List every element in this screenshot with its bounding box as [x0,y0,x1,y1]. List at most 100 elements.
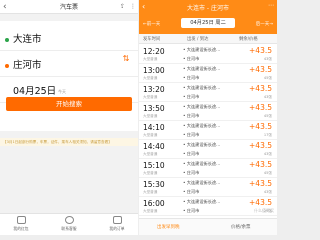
more-icon[interactable]: ⋯ [268,2,274,9]
route-title: 大连市 - 庄河市 [187,5,229,12]
to-station: • 庄河市 [183,113,200,118]
sort-by-price-button[interactable]: 价格/余票 [231,224,251,230]
notice-banner[interactable]: 【3月1日起部分购票，车票，证件，乘车人相关须知，请留意查看】 [0,138,138,146]
bus-type: 大型普通 [143,152,158,156]
watermark: 什么值得买 [254,208,274,213]
results-bottom-bar: 出发早到晚 价格/余票 [139,218,277,235]
price: +43.5 [249,179,272,188]
schedule-row[interactable]: 15:10 大型普通 • 大连建设街长途... • 庄河市 +43.5 45张 [139,159,277,178]
to-city[interactable]: 庄河市 [13,59,42,73]
to-station: • 庄河市 [183,208,200,213]
seats-left: 43张 [263,152,272,156]
bus-type: 大型普通 [143,171,158,175]
next-day-button[interactable]: 后一天→ [256,21,273,27]
from-station: • 大连建设街长途... [183,199,221,204]
price: +43.5 [249,160,272,169]
from-station: • 大连建设街长途... [183,66,221,71]
to-station: • 庄河市 [183,75,200,80]
date-selector[interactable]: 04月25日 周二 [181,18,235,28]
from-station: • 大连建设街长途... [183,123,221,128]
bus-results-screen: ‹ 大连市 - 庄河市 ⋯ ←前一天 04月25日 周二 后一天→ 发车时间 出… [139,0,277,235]
price: +43.5 [249,141,272,150]
tab-label: 联系客服 [61,226,77,231]
from-station: • 大连建设街长途... [183,180,221,185]
price: +43.5 [249,84,272,93]
prev-day-button[interactable]: ←前一天 [143,21,160,27]
schedule-row[interactable]: 13:00 大型普通 • 大连建设街长途... • 庄河市 +43.5 45张 [139,64,277,83]
bus-type: 大型普通 [143,76,158,80]
tab-label: 我的红包 [13,226,29,231]
page-title: 汽车票 [59,4,78,11]
to-city-row[interactable]: 庄河市 [0,55,138,77]
swap-icon[interactable]: ⇅ [121,52,131,66]
more-icon[interactable]: ⋮ [130,3,136,11]
gift-icon [16,216,26,224]
to-station: • 庄河市 [183,189,200,194]
chat-icon [64,216,74,224]
depart-time: 13:00 [143,66,165,75]
seats-left: 43张 [263,57,272,61]
price: +43.5 [249,65,272,74]
bus-search-screen: ‹ 汽车票 ⇪ ⋮ 大连市 庄河市 ⇅ 04月25日 今天 开始搜索 【3月1日… [0,0,138,235]
seats-left: 43张 [263,95,272,99]
price: +43.5 [249,103,272,112]
seats-left: 17张 [263,133,272,137]
to-station: • 庄河市 [183,56,200,61]
tab-customer-service[interactable]: 联系客服 [54,216,84,234]
tab-label: 我的订单 [109,226,125,231]
from-city-row[interactable]: 大连市 [0,29,138,51]
bus-type: 大型普通 [143,133,158,137]
to-station: • 庄河市 [183,151,200,156]
depart-time: 15:30 [143,180,165,189]
column-headers: 发车时间 出发 / 到达 剩余/价格 [139,34,277,44]
seats-left: 45张 [263,171,272,175]
depart-time: 14:10 [143,123,165,132]
seats-left: 45张 [263,76,272,80]
price: +43.5 [249,198,272,207]
col-price: 剩余/价格 [239,37,258,42]
from-station: • 大连建设街长途... [183,161,221,166]
schedule-list: 12:20 大型普通 • 大连建设街长途... • 庄河市 +43.5 43张 … [139,45,277,217]
from-station: • 大连建设街长途... [183,47,221,52]
to-station: • 庄河市 [183,170,200,175]
screenshot-root: ‹ 汽车票 ⇪ ⋮ 大连市 庄河市 ⇅ 04月25日 今天 开始搜索 【3月1日… [0,0,277,235]
bus-type: 大型普通 [143,57,158,61]
seats-left: 45张 [263,114,272,118]
col-depart-time: 发车时间 [143,37,161,42]
search-form: 大连市 庄河市 ⇅ 04月25日 今天 [0,21,138,131]
to-station: • 庄河市 [183,132,200,137]
search-button[interactable]: 开始搜索 [6,97,132,111]
results-header: ‹ 大连市 - 庄河市 ⋯ ←前一天 04月25日 周二 后一天→ [139,0,277,34]
schedule-row[interactable]: 13:20 大型普通 • 大连建设街长途... • 庄河市 +43.5 43张 [139,83,277,102]
date-today-label: 今天 [58,89,66,94]
tab-my-orders[interactable]: 我的订单 [102,216,132,234]
col-stations: 出发 / 到达 [187,37,209,42]
bus-type: 大型普通 [143,95,158,99]
seats-left: 43张 [263,190,272,194]
top-bar: ‹ 汽车票 ⇪ ⋮ [0,0,138,14]
share-icon[interactable]: ⇪ [120,3,128,11]
bus-type: 大型普通 [143,114,158,118]
price: +43.5 [249,46,272,55]
depart-time: 15:10 [143,161,165,170]
from-dot-icon [5,38,9,42]
from-station: • 大连建设街长途... [183,85,221,90]
from-station: • 大连建设街长途... [183,104,221,109]
depart-time: 13:20 [143,85,165,94]
from-station: • 大连建设街长途... [183,142,221,147]
bus-type: 大型普通 [143,190,158,194]
price: +43.5 [249,122,272,131]
schedule-row[interactable]: 14:10 大型普通 • 大连建设街长途... • 庄河市 +43.5 17张 [139,121,277,140]
depart-time: 12:20 [143,47,165,56]
schedule-row[interactable]: 12:20 大型普通 • 大连建设街长途... • 庄河市 +43.5 43张 [139,45,277,64]
sort-by-time-button[interactable]: 出发早到晚 [157,224,180,230]
from-city[interactable]: 大连市 [13,33,42,47]
tab-red-packet[interactable]: 我的红包 [6,216,36,234]
to-dot-icon [5,64,9,68]
bottom-tab-bar: 我的红包 联系客服 我的订单 [0,213,138,235]
depart-time: 13:50 [143,104,165,113]
depart-time: 14:40 [143,142,165,151]
schedule-row[interactable]: 15:30 大型普通 • 大连建设街长途... • 庄河市 +43.5 43张 [139,178,277,197]
schedule-row[interactable]: 14:40 大型普通 • 大连建设街长途... • 庄河市 +43.5 43张 [139,140,277,159]
schedule-row[interactable]: 13:50 大型普通 • 大连建设街长途... • 庄河市 +43.5 45张 [139,102,277,121]
